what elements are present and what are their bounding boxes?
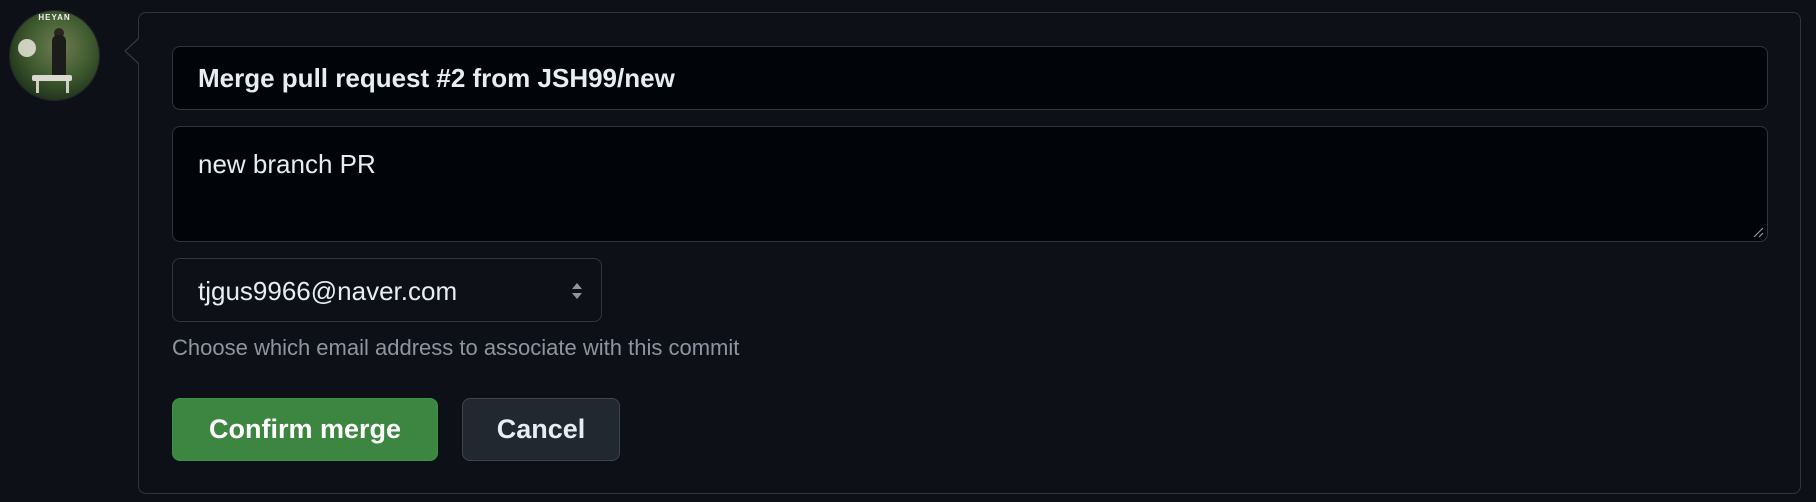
confirm-merge-button[interactable]: Confirm merge	[172, 398, 438, 461]
commit-email-value: tjgus9966@naver.com	[198, 276, 458, 306]
select-arrows-icon	[572, 283, 582, 299]
commit-email-select[interactable]: tjgus9966@naver.com	[172, 258, 602, 322]
avatar-bench-leg	[36, 81, 39, 93]
avatar-figure	[52, 35, 66, 79]
avatar-flower	[18, 39, 36, 57]
cancel-button[interactable]: Cancel	[462, 398, 620, 461]
panel-caret-fill	[126, 39, 139, 63]
resize-grip-icon[interactable]	[1752, 226, 1764, 238]
commit-title-input[interactable]	[172, 46, 1768, 110]
avatar[interactable]: HEYAN	[10, 11, 99, 100]
commit-body-textarea[interactable]: new branch PR	[172, 126, 1768, 242]
avatar-tag-text: HEYAN	[38, 13, 71, 22]
avatar-bench-leg	[66, 81, 69, 93]
email-hint-text: Choose which email address to associate …	[172, 335, 740, 360]
